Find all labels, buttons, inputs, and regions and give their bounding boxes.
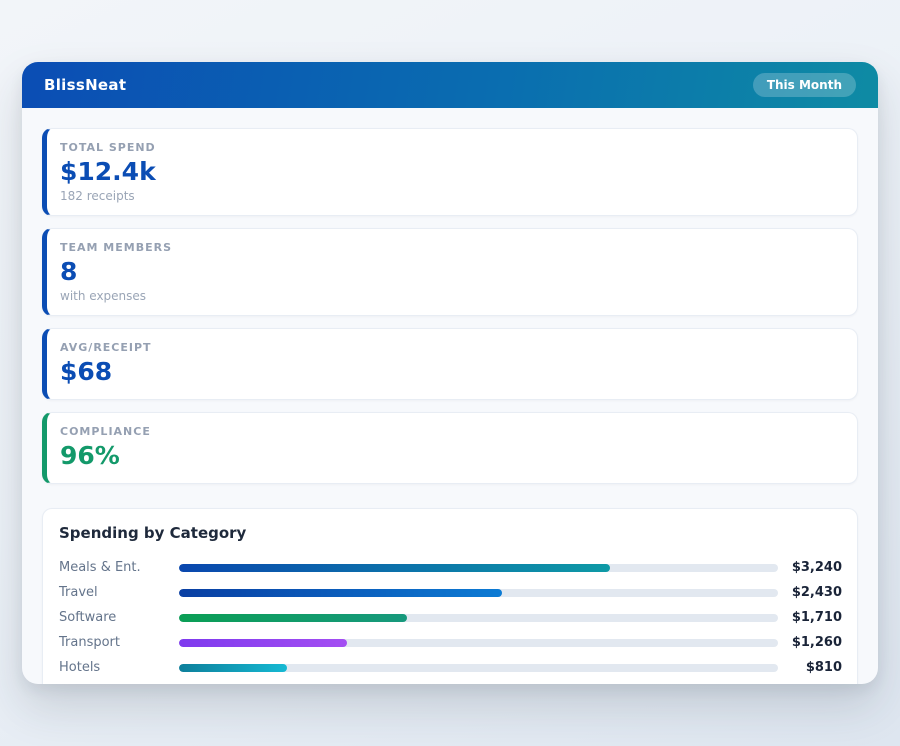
- category-bar-track: [179, 589, 778, 597]
- app-title: BlissNeat: [44, 76, 126, 94]
- category-bar-track: [179, 664, 778, 672]
- category-label: Travel: [59, 585, 179, 600]
- category-bar-fill: [179, 664, 287, 672]
- category-label: Software: [59, 610, 179, 625]
- category-value: $3,240: [778, 560, 842, 575]
- stat-label: TOTAL SPEND: [60, 141, 841, 154]
- stat-value: $12.4k: [60, 157, 841, 187]
- category-value: $2,430: [778, 585, 842, 600]
- stat-label: TEAM MEMBERS: [60, 241, 841, 254]
- category-label: Transport: [59, 635, 179, 650]
- app-header: BlissNeat This Month: [22, 62, 878, 108]
- stat-card-total-spend: TOTAL SPEND $12.4k 182 receipts: [42, 128, 858, 216]
- stat-card-team-members: TEAM MEMBERS 8 with expenses: [42, 228, 858, 316]
- category-value: $1,710: [778, 610, 842, 625]
- category-bar-fill: [179, 639, 347, 647]
- category-rows: Meals & Ent. $3,240 Travel $2,430 Software $1…: [59, 555, 842, 680]
- category-bar-track: [179, 564, 778, 572]
- category-bar-fill: [179, 589, 502, 597]
- category-bar-track: [179, 639, 778, 647]
- stat-label: AVG/RECEIPT: [60, 341, 841, 354]
- category-row-hotels: Hotels $810: [59, 655, 842, 680]
- stat-subtext: 182 receipts: [60, 189, 841, 203]
- stat-label: COMPLIANCE: [60, 425, 841, 438]
- category-row-software: Software $1,710: [59, 605, 842, 630]
- stats-section: TOTAL SPEND $12.4k 182 receipts TEAM MEMBER…: [42, 128, 858, 484]
- stat-value: 8: [60, 257, 841, 287]
- period-badge[interactable]: This Month: [753, 73, 856, 97]
- category-label: Hotels: [59, 660, 179, 675]
- category-label: Meals & Ent.: [59, 560, 179, 575]
- category-row-travel: Travel $2,430: [59, 580, 842, 605]
- category-bar-fill: [179, 614, 407, 622]
- dashboard-body: TOTAL SPEND $12.4k 182 receipts TEAM MEMBER…: [22, 108, 878, 684]
- stat-value: $68: [60, 357, 841, 387]
- category-value: $810: [778, 660, 842, 675]
- spending-by-category-card: Spending by Category Meals & Ent. $3,240 T…: [42, 508, 858, 684]
- category-row-transport: Transport $1,260: [59, 630, 842, 655]
- category-bar-track: [179, 614, 778, 622]
- dashboard-card: BlissNeat This Month TOTAL SPEND $12.4k 18…: [22, 62, 878, 684]
- stat-card-compliance: COMPLIANCE 96%: [42, 412, 858, 484]
- stat-value: 96%: [60, 441, 841, 471]
- section-title: Spending by Category: [59, 524, 842, 542]
- stat-card-avg-receipt: AVG/RECEIPT $68: [42, 328, 858, 400]
- stat-subtext: with expenses: [60, 289, 841, 303]
- category-bar-fill: [179, 564, 610, 572]
- category-row-meals-ent: Meals & Ent. $3,240: [59, 555, 842, 580]
- category-value: $1,260: [778, 635, 842, 650]
